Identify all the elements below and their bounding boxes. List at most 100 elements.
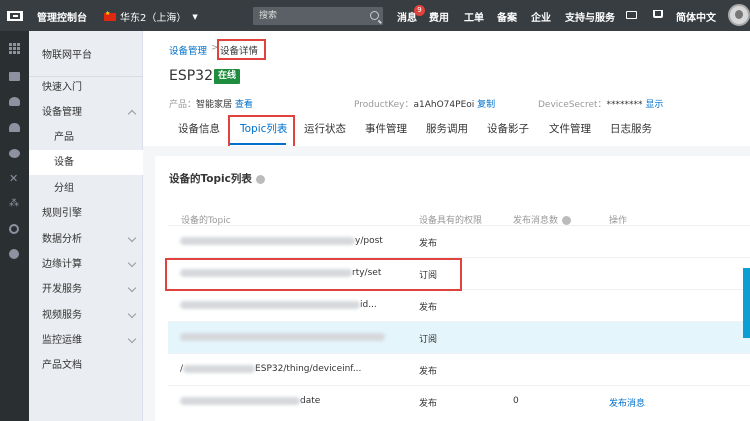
topic-cell: id... <box>180 300 377 310</box>
topic-cell: y/post <box>180 236 383 246</box>
region-selector[interactable]: 华东2（上海） ▼ <box>104 9 198 24</box>
sidebar-item-monitoring[interactable]: 监控运维 <box>29 328 143 353</box>
nav-tickets[interactable]: 工单 <box>464 9 484 24</box>
icon-rail: ✕ ⁂ <box>0 31 29 421</box>
sidebar-item-label: 数据分析 <box>42 234 82 245</box>
cart-icon[interactable] <box>653 10 663 18</box>
secret-show-link[interactable]: 显示 <box>645 100 663 110</box>
search-box <box>253 7 383 25</box>
sidebar-item-rules-engine[interactable]: 规则引擎 <box>29 201 143 226</box>
sidebar-item-docs[interactable]: 产品文档 <box>29 353 143 378</box>
sidebar-item-label: 规则引擎 <box>42 208 82 219</box>
sidebar-item-label: 设备 <box>54 157 74 168</box>
sidebar-item-quickstart[interactable]: 快速入门 <box>29 75 143 100</box>
sidebar-item-label: 边缘计算 <box>42 259 82 270</box>
chevron-down-icon <box>127 309 137 319</box>
tab-service-invoke[interactable]: 服务调用 <box>426 121 468 136</box>
caret-down-icon: ▼ <box>192 12 198 21</box>
table-row: id... 发布 <box>168 289 750 321</box>
sidebar-item-label: 快速入门 <box>42 82 82 93</box>
avatar[interactable] <box>728 4 750 26</box>
tab-file-management[interactable]: 文件管理 <box>549 121 591 136</box>
tab-events[interactable]: 事件管理 <box>365 121 407 136</box>
globe-icon[interactable] <box>9 224 19 234</box>
nodes-icon[interactable]: ⁂ <box>9 199 20 209</box>
product-info: 产品：智能家居 查看 <box>169 97 253 110</box>
sidebar-item-video-services[interactable]: 视频服务 <box>29 303 143 328</box>
tab-log-service[interactable]: 日志服务 <box>610 121 652 136</box>
search-input[interactable] <box>253 7 361 25</box>
cloud-icon[interactable] <box>9 123 20 132</box>
sidebar-item-device[interactable]: 设备 <box>29 150 143 175</box>
productkey-copy-link[interactable]: 复制 <box>477 100 495 110</box>
sidebar-item-device-management[interactable]: 设备管理 <box>29 100 143 125</box>
sidebar-title: 物联网平台 <box>42 50 92 61</box>
table-row: 订阅 <box>168 321 750 353</box>
search-icon[interactable] <box>370 11 379 20</box>
sidebar-item-dev-services[interactable]: 开发服务 <box>29 277 143 302</box>
chevron-down-icon <box>127 233 137 243</box>
sidebar-item-label: 产品文档 <box>42 360 82 371</box>
nav-support[interactable]: 支持与服务 <box>565 9 615 24</box>
language-switch[interactable]: 简体中文 <box>676 9 716 24</box>
sidebar-item-label: 监控运维 <box>42 335 82 346</box>
main-panel: 设备管理 > 设备详情 ESP32 在线 产品：智能家居 查看 ProductK… <box>143 31 750 421</box>
china-flag-icon <box>104 10 116 21</box>
permission-cell: 发布 <box>419 303 438 313</box>
table-row: y/post 发布 <box>168 225 750 257</box>
nav-icp[interactable]: 备案 <box>497 9 517 24</box>
topic-cell <box>180 332 385 342</box>
shuffle-icon[interactable]: ✕ <box>9 173 20 184</box>
sidebar: 物联网平台 快速入门 设备管理 产品 设备 分组 规则引擎 数据分析 边缘计算 … <box>29 31 143 421</box>
tab-device-info[interactable]: 设备信息 <box>178 121 220 136</box>
sidebar-item-label: 开发服务 <box>42 284 82 295</box>
chevron-down-icon <box>127 258 137 268</box>
table-row: / ESP32/thing/deviceinf... 发布 <box>168 353 750 385</box>
product-view-link[interactable]: 查看 <box>235 100 253 110</box>
table-row: date 发布 0 发布消息 <box>168 385 750 417</box>
mail-icon[interactable] <box>626 11 637 19</box>
highlight-box-breadcrumb <box>217 39 266 60</box>
nav-billing[interactable]: 费用 <box>429 9 449 24</box>
publish-message-link[interactable]: 发布消息 <box>609 396 645 409</box>
help-icon[interactable] <box>562 216 572 225</box>
sidebar-item-edge-computing[interactable]: 边缘计算 <box>29 252 143 277</box>
sidebar-item-label: 分组 <box>54 183 74 194</box>
nav-enterprise[interactable]: 企业 <box>531 9 551 24</box>
sidebar-item-label: 设备管理 <box>42 107 82 118</box>
sidebar-item-product[interactable]: 产品 <box>29 125 143 150</box>
console-title[interactable]: 管理控制台 <box>37 9 87 24</box>
sidebar-item-data-analysis[interactable]: 数据分析 <box>29 227 143 252</box>
sidebar-item-label: 视频服务 <box>42 310 82 321</box>
permission-cell: 发布 <box>419 399 438 409</box>
grid-icon[interactable] <box>9 43 20 54</box>
aliyun-logo-icon[interactable] <box>0 0 29 31</box>
server-icon[interactable] <box>9 72 20 81</box>
region-label: 华东2（上海） <box>120 13 187 24</box>
device-name: ESP32 <box>169 68 213 84</box>
breadcrumb-parent[interactable]: 设备管理 <box>169 43 207 57</box>
sidebar-item-label: 产品 <box>54 132 74 143</box>
database-icon[interactable] <box>9 97 20 106</box>
chevron-down-icon <box>127 283 137 293</box>
top-bar: 管理控制台 华东2（上海） ▼ 消息 9 费用 工单 备案 企业 支持与服务 简… <box>0 0 750 31</box>
secret-value: ******** <box>606 100 643 110</box>
topic-cell: / ESP32/thing/deviceinf... <box>180 364 362 374</box>
chevron-up-icon <box>127 109 137 119</box>
publish-count-cell: 0 <box>513 396 519 406</box>
status-badge: 在线 <box>214 69 241 84</box>
help-icon[interactable] <box>255 174 265 184</box>
feedback-side-tab[interactable] <box>743 268 750 338</box>
secret-label: DeviceSecret： <box>538 100 607 110</box>
secret-info: DeviceSecret：******** 显示 <box>538 97 663 110</box>
product-value: 智能家居 <box>196 100 233 110</box>
sidebar-item-group[interactable]: 分组 <box>29 176 143 201</box>
circle-icon[interactable] <box>9 249 19 259</box>
tab-runtime-status[interactable]: 运行状态 <box>304 121 346 136</box>
productkey-info: ProductKey：a1AhO74PEoi 复制 <box>354 97 495 110</box>
highlight-box-tab <box>228 115 295 148</box>
chevron-down-icon <box>127 334 137 344</box>
cloud-upload-icon[interactable] <box>9 149 20 158</box>
topic-cell: date <box>180 396 320 406</box>
tab-device-shadow[interactable]: 设备影子 <box>487 121 529 136</box>
